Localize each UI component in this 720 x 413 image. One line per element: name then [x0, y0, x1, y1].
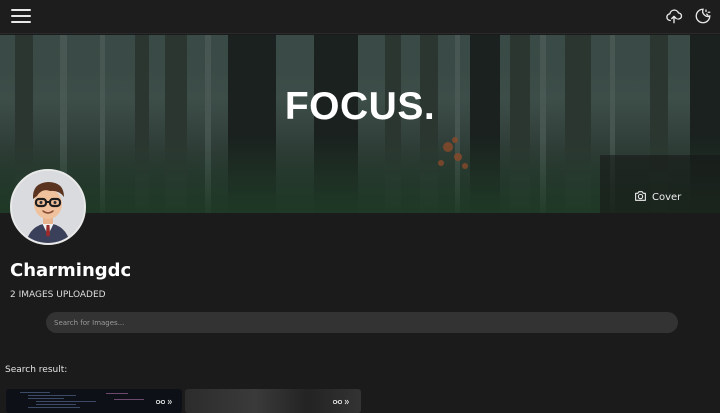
top-navbar [0, 0, 720, 34]
thumbnail-badge [333, 399, 350, 407]
glasses-icon [156, 399, 165, 407]
result-thumbnail-1[interactable] [6, 389, 182, 413]
chevron-right-icon [344, 399, 350, 407]
upload-count: 2 IMAGES UPLOADED [10, 290, 106, 300]
avatar[interactable] [10, 169, 86, 245]
chevron-right-icon [167, 399, 173, 407]
glasses-icon [333, 399, 342, 407]
cover-title: FOCUS. [284, 85, 436, 128]
search-result-label: Search result: [5, 365, 68, 375]
avatar-image [12, 171, 84, 243]
profile-name: Charmingdc [10, 260, 132, 281]
camera-icon [634, 190, 647, 205]
theme-toggle-icon[interactable] [694, 7, 712, 25]
thumbnail-badge [156, 399, 173, 407]
search-input[interactable] [46, 312, 678, 333]
change-cover-button[interactable]: Cover [634, 189, 681, 205]
result-thumbnail-2[interactable] [185, 389, 361, 413]
hamburger-menu-icon[interactable] [11, 9, 31, 23]
cloud-upload-icon[interactable] [665, 7, 683, 25]
cover-banner: FOCUS. Cover [0, 35, 720, 213]
cover-button-label: Cover [652, 191, 682, 203]
